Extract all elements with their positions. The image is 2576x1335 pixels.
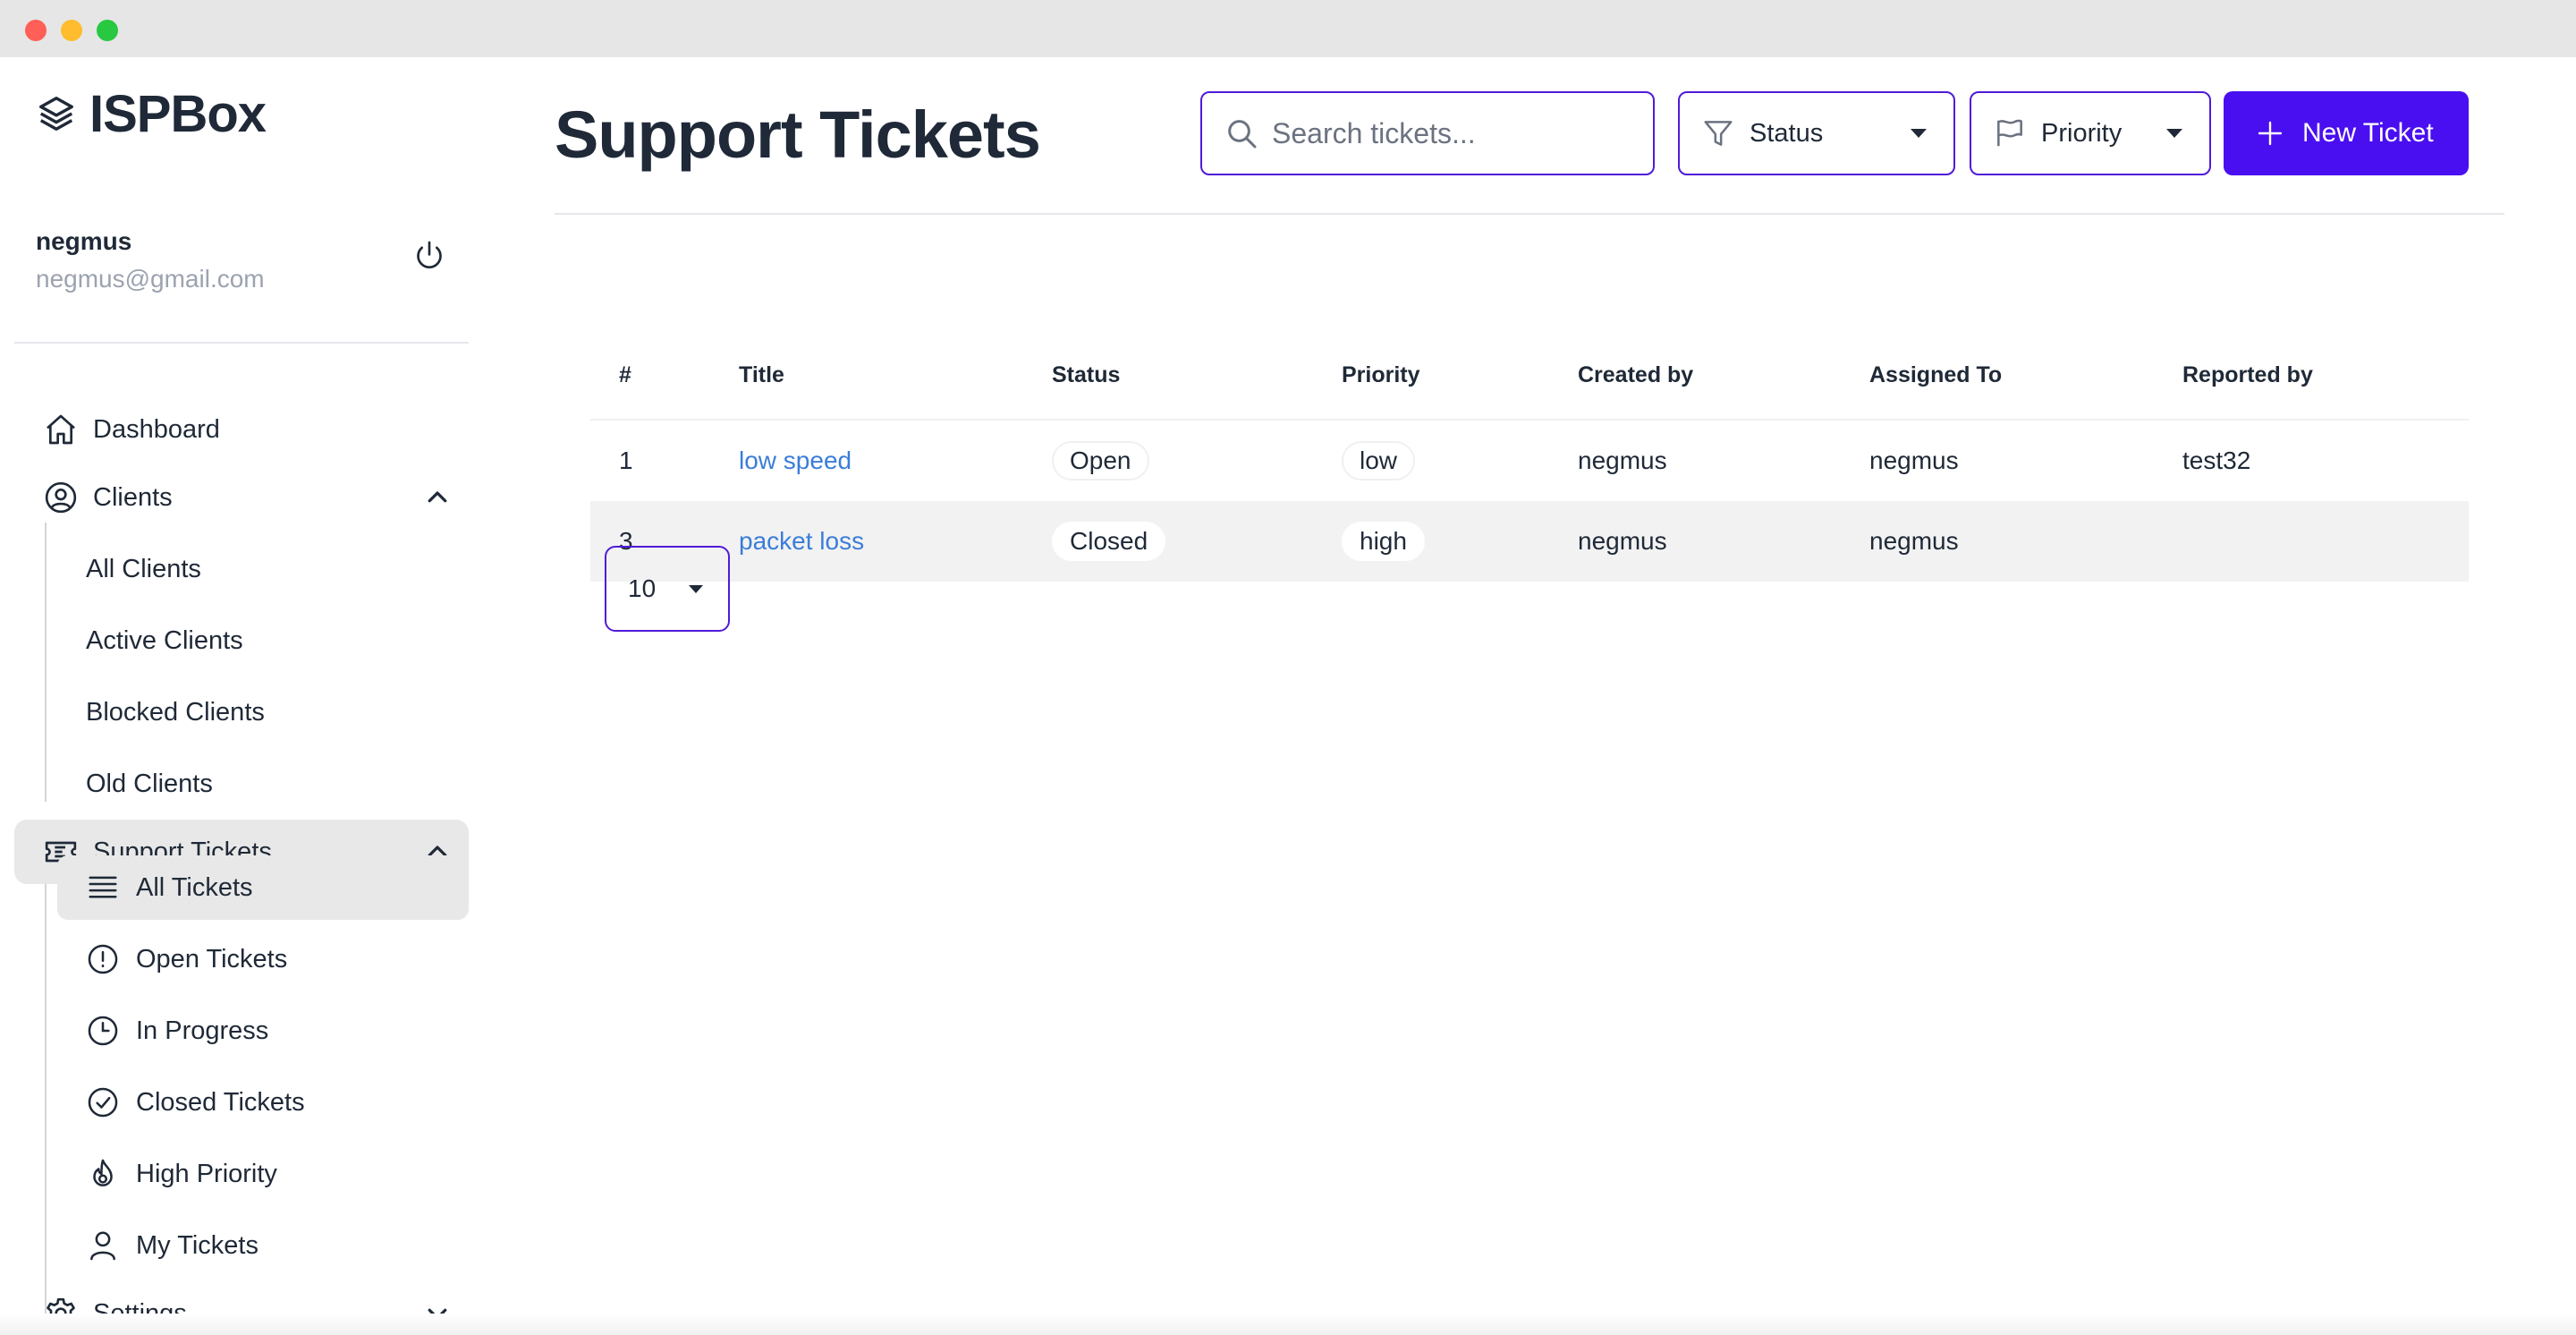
- column-header-title[interactable]: Title: [739, 331, 784, 419]
- sidebar-item-label: Blocked Clients: [86, 697, 265, 727]
- sidebar-item-in-progress[interactable]: In Progress: [57, 999, 469, 1063]
- header-divider: [555, 213, 2504, 215]
- new-ticket-button[interactable]: New Ticket: [2224, 91, 2469, 175]
- window-bottom-edge: [0, 1314, 2576, 1335]
- sidebar-item-label: All Tickets: [136, 872, 253, 902]
- clock-icon: [88, 1016, 118, 1046]
- user-circle-icon: [45, 481, 77, 514]
- caret-down-icon: [2166, 129, 2182, 138]
- sidebar-item-my-tickets[interactable]: My Tickets: [57, 1213, 469, 1278]
- sidebar-item-label: Dashboard: [93, 414, 220, 444]
- page-size-select[interactable]: 10: [605, 546, 730, 632]
- window-titlebar: [0, 0, 2576, 57]
- minimize-window-button[interactable]: [61, 20, 82, 41]
- filter-icon: [1704, 121, 1733, 146]
- sidebar-item-old-clients[interactable]: Old Clients: [57, 752, 469, 816]
- created-by: negmus: [1578, 446, 1667, 474]
- priority-badge: high: [1342, 522, 1425, 561]
- table-header-row: # Title Status Priority Created by Assig…: [590, 331, 2469, 421]
- page-title: Support Tickets: [555, 98, 1041, 172]
- priority-filter-select[interactable]: Priority: [1970, 91, 2211, 175]
- column-header-reported-by[interactable]: Reported by: [2182, 331, 2313, 419]
- sidebar-item-label: Open Tickets: [136, 944, 288, 974]
- sidebar-item-label: In Progress: [136, 1016, 269, 1045]
- new-ticket-label: New Ticket: [2302, 118, 2434, 148]
- maximize-window-button[interactable]: [97, 20, 118, 41]
- sidebar-item-active-clients[interactable]: Active Clients: [57, 608, 469, 673]
- sidebar-item-label: Active Clients: [86, 625, 243, 655]
- layers-icon: [39, 97, 73, 131]
- sidebar-item-closed-tickets[interactable]: Closed Tickets: [57, 1070, 469, 1135]
- app-name: ISPBox: [89, 84, 267, 143]
- assigned-to: negmus: [1869, 446, 1959, 474]
- sidebar-item-all-clients[interactable]: All Clients: [57, 537, 469, 601]
- home-icon: [47, 414, 75, 445]
- column-header-priority[interactable]: Priority: [1342, 331, 1420, 419]
- status-badge: Closed: [1052, 522, 1166, 561]
- status-filter-label: Status: [1750, 118, 1824, 148]
- table-row[interactable]: 3 packet loss Closed high negmus negmus: [590, 501, 2469, 582]
- assigned-to: negmus: [1869, 527, 1959, 555]
- tickets-table: # Title Status Priority Created by Assig…: [590, 331, 2469, 582]
- user-icon: [90, 1231, 115, 1261]
- chevron-up-icon[interactable]: [424, 484, 451, 511]
- sidebar-item-label: Clients: [93, 482, 173, 512]
- created-by: negmus: [1578, 527, 1667, 555]
- ticket-title-link[interactable]: low speed: [739, 446, 852, 475]
- search-box[interactable]: [1200, 91, 1655, 175]
- sidebar-item-open-tickets[interactable]: Open Tickets: [57, 927, 469, 991]
- brand-logo[interactable]: ISPBox: [36, 82, 267, 145]
- list-icon: [89, 876, 117, 898]
- sidebar-divider: [14, 342, 469, 344]
- tree-line: [45, 884, 47, 1317]
- tree-line: [45, 523, 47, 802]
- sidebar-item-blocked-clients[interactable]: Blocked Clients: [57, 680, 469, 744]
- sidebar-item-label: All Clients: [86, 554, 201, 583]
- caret-down-icon: [689, 584, 703, 593]
- priority-filter-label: Priority: [2041, 118, 2123, 148]
- table-row[interactable]: 1 low speed Open low negmus negmus test3…: [590, 421, 2469, 501]
- sidebar: ISPBox negmus negmus@gmail.com Dashboard…: [0, 57, 483, 1335]
- main-content: Support Tickets Status Priority New Tick…: [483, 57, 2576, 1335]
- user-profile: negmus negmus@gmail.com: [36, 227, 456, 293]
- sidebar-item-clients[interactable]: Clients: [14, 465, 469, 530]
- caret-down-icon: [1911, 129, 1927, 138]
- ticket-title-link[interactable]: packet loss: [739, 527, 864, 556]
- column-header-id[interactable]: #: [619, 331, 631, 419]
- column-header-created-by[interactable]: Created by: [1578, 331, 1693, 419]
- close-window-button[interactable]: [25, 20, 47, 41]
- check-circle-icon: [88, 1087, 118, 1118]
- status-filter-select[interactable]: Status: [1678, 91, 1955, 175]
- reported-by: test32: [2182, 446, 2251, 474]
- page-size-value: 10: [628, 574, 657, 602]
- user-email: negmus@gmail.com: [36, 265, 265, 293]
- user-name: negmus: [36, 227, 132, 255]
- sidebar-item-label: High Priority: [136, 1159, 277, 1188]
- flame-icon: [93, 1159, 113, 1186]
- sidebar-item-label: My Tickets: [136, 1230, 258, 1260]
- status-badge: Open: [1052, 441, 1149, 480]
- sidebar-item-high-priority[interactable]: High Priority: [57, 1142, 469, 1206]
- sidebar-item-dashboard[interactable]: Dashboard: [14, 397, 469, 462]
- sidebar-item-label: Old Clients: [86, 769, 213, 798]
- alert-circle-icon: [88, 944, 118, 974]
- flag-icon: [1997, 119, 2022, 147]
- ticket-id: 1: [619, 446, 633, 474]
- priority-badge: low: [1342, 441, 1416, 480]
- column-header-status[interactable]: Status: [1052, 331, 1120, 419]
- sidebar-item-all-tickets[interactable]: All Tickets: [57, 855, 469, 920]
- search-icon: [1228, 120, 1257, 149]
- plus-icon: [2258, 121, 2283, 146]
- column-header-assigned-to[interactable]: Assigned To: [1869, 331, 2002, 419]
- sidebar-item-label: Closed Tickets: [136, 1087, 305, 1117]
- search-input[interactable]: [1272, 116, 1639, 150]
- logout-power-icon[interactable]: [411, 238, 447, 274]
